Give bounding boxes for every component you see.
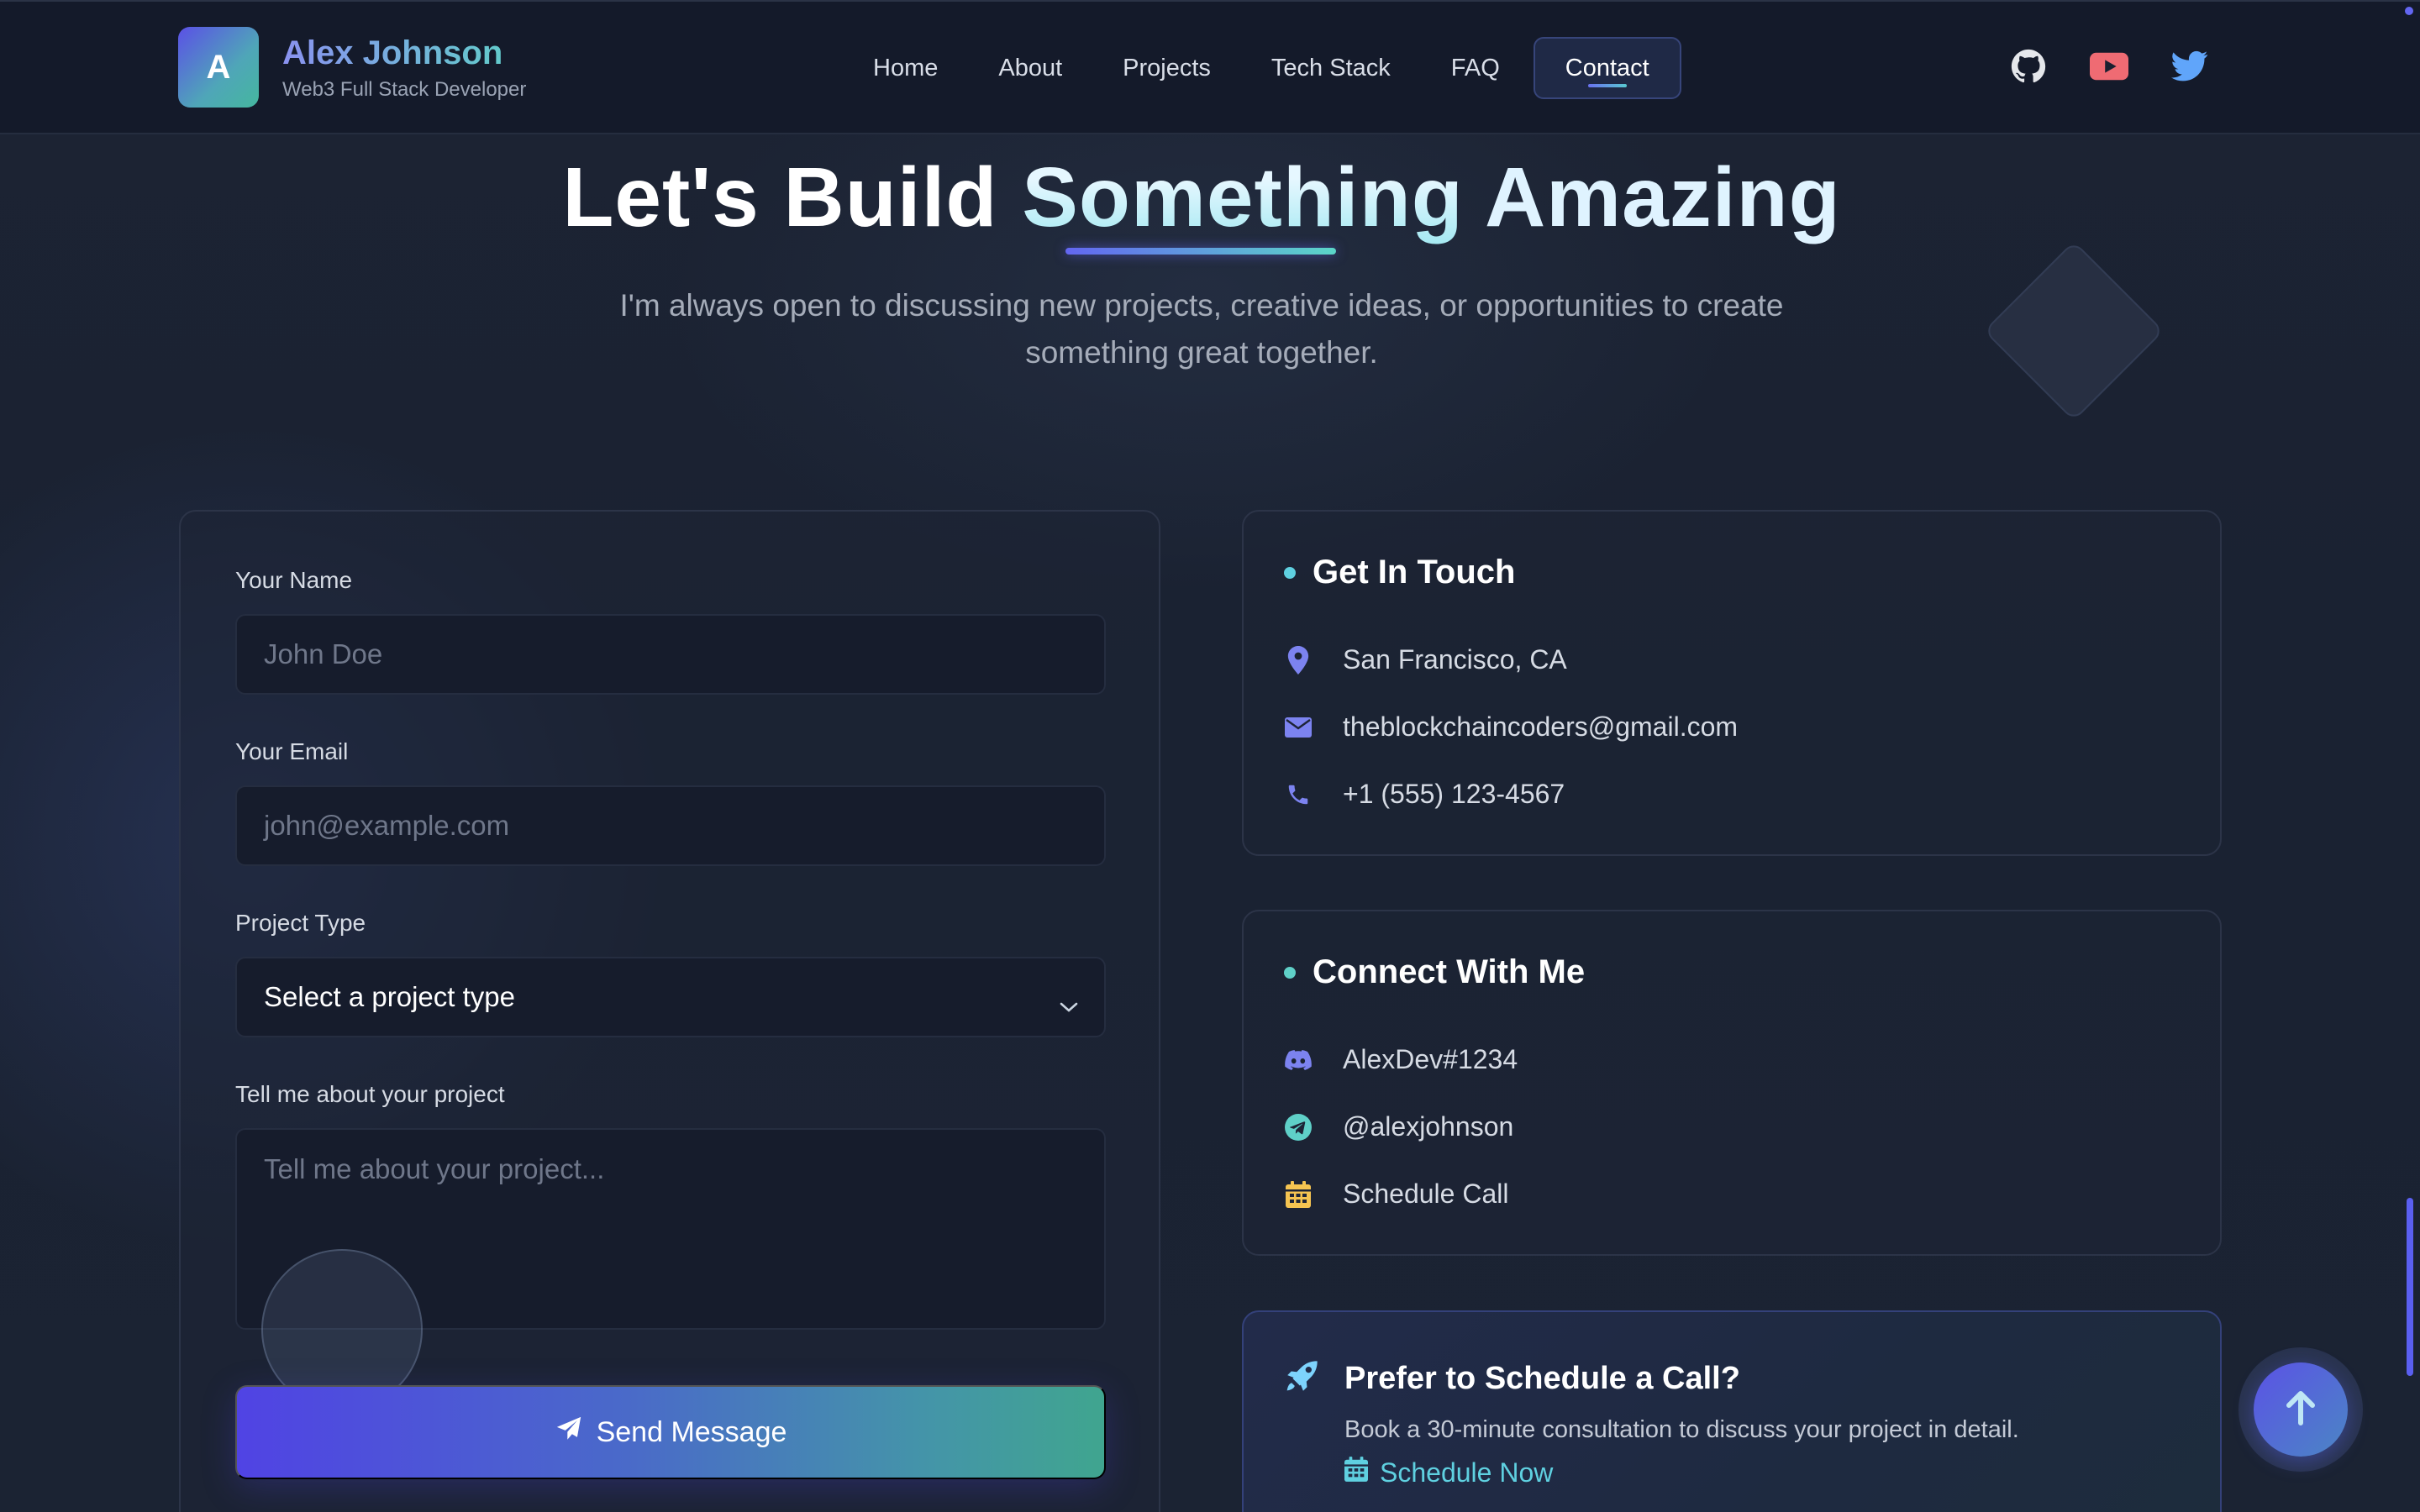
phone-text[interactable]: +1 (555) 123-4567	[1343, 779, 1565, 810]
hero-title-part1: Let's Build	[562, 150, 1023, 244]
email-label: Your Email	[235, 738, 349, 764]
name-field[interactable]: John Doe	[235, 614, 1106, 695]
schedule-call-text[interactable]: Schedule Call	[1343, 1179, 1508, 1210]
scroll-to-top-inner[interactable]	[2254, 1362, 2348, 1457]
discord-row[interactable]: AlexDev#1234	[1284, 1044, 1518, 1075]
arrow-up-icon	[2284, 1389, 2317, 1431]
get-in-touch-title: Get In Touch	[1284, 554, 1515, 591]
project-type-value: Select a project type	[264, 981, 515, 1012]
telegram-icon	[1284, 1113, 1313, 1142]
schedule-call-promo: Prefer to Schedule a Call? Book a 30-min…	[1242, 1310, 2222, 1512]
hero-underline	[1065, 248, 1336, 255]
nav-faq[interactable]: FAQ	[1421, 37, 1530, 99]
top-navbar: A Alex Johnson Web3 Full Stack Developer…	[0, 0, 2420, 134]
nav-contact[interactable]: Contact	[1533, 37, 1681, 99]
project-type-label: Project Type	[235, 910, 366, 936]
connect-title: Connect With Me	[1284, 953, 1585, 991]
schedule-now-label[interactable]: Schedule Now	[1380, 1457, 1553, 1488]
schedule-call-row[interactable]: Schedule Call	[1284, 1179, 1508, 1210]
send-message-button[interactable]: Send Message	[235, 1385, 1106, 1479]
main-nav: Home About Projects Tech Stack FAQ Conta…	[843, 35, 1681, 101]
get-in-touch-card: Get In Touch San Francisco, CA theblockc…	[1242, 510, 2222, 856]
message-label: Tell me about your project	[235, 1081, 505, 1107]
github-icon[interactable]	[2008, 46, 2049, 87]
brand-name: Alex Johnson	[282, 33, 526, 73]
rocket-icon	[1284, 1357, 1321, 1399]
bullet-dot	[1284, 566, 1296, 579]
promo-subtitle: Book a 30-minute consultation to discuss…	[1344, 1416, 2019, 1443]
bullet-dot	[1284, 966, 1296, 979]
contact-form: Your Name John Doe Your Email john@examp…	[179, 510, 1160, 1512]
envelope-icon	[1284, 713, 1313, 742]
location-row: San Francisco, CA	[1284, 644, 1567, 675]
connect-title-text: Connect With Me	[1313, 953, 1586, 990]
brand[interactable]: A Alex Johnson Web3 Full Stack Developer	[178, 27, 526, 108]
scroll-to-top-button[interactable]	[2238, 1347, 2363, 1472]
brand-subtitle: Web3 Full Stack Developer	[282, 78, 527, 101]
nav-home[interactable]: Home	[843, 37, 968, 99]
name-label: Your Name	[235, 567, 353, 593]
schedule-now-link[interactable]: Schedule Now	[1344, 1457, 1553, 1488]
twitter-icon[interactable]	[2170, 46, 2210, 87]
telegram-text[interactable]: @alexjohnson	[1343, 1111, 1513, 1142]
email-row[interactable]: theblockchaincoders@gmail.com	[1284, 711, 1738, 743]
nav-about[interactable]: About	[968, 37, 1092, 99]
hero-title-highlight: Something	[1022, 150, 1464, 244]
youtube-icon[interactable]	[2089, 46, 2129, 87]
map-pin-icon	[1284, 645, 1313, 675]
nav-tech-stack[interactable]: Tech Stack	[1241, 37, 1421, 99]
social-links	[2008, 46, 2210, 87]
hero-title: Let's Build Something Amazing	[0, 150, 2403, 246]
discord-text[interactable]: AlexDev#1234	[1343, 1044, 1518, 1075]
send-icon	[555, 1415, 583, 1451]
email-field[interactable]: john@example.com	[235, 785, 1106, 866]
project-type-select[interactable]: Select a project type	[235, 957, 1106, 1037]
telegram-row[interactable]: @alexjohnson	[1284, 1111, 1513, 1142]
phone-icon	[1284, 780, 1313, 809]
calendar-icon	[1284, 1180, 1313, 1209]
email-text[interactable]: theblockchaincoders@gmail.com	[1343, 711, 1738, 743]
hero-title-part2: Amazing	[1463, 150, 1841, 244]
nav-projects[interactable]: Projects	[1092, 37, 1241, 99]
send-message-label: Send Message	[596, 1415, 787, 1448]
chevron-down-icon	[1059, 989, 1079, 1021]
brand-logo[interactable]: A	[178, 27, 259, 108]
phone-row[interactable]: +1 (555) 123-4567	[1284, 779, 1565, 810]
corner-indicator-dot	[2405, 7, 2413, 15]
discord-icon	[1284, 1046, 1313, 1074]
calendar-icon	[1344, 1457, 1368, 1488]
get-in-touch-title-text: Get In Touch	[1313, 554, 1516, 591]
scrollbar-thumb[interactable]	[2407, 1198, 2413, 1376]
location-text: San Francisco, CA	[1343, 644, 1567, 675]
brand-text: Alex Johnson Web3 Full Stack Developer	[282, 33, 526, 102]
hero-subtitle: I'm always open to discussing new projec…	[619, 288, 1784, 370]
promo-title: Prefer to Schedule a Call?	[1344, 1361, 1740, 1396]
connect-card: Connect With Me AlexDev#1234 @alexjohnso…	[1242, 910, 2222, 1256]
